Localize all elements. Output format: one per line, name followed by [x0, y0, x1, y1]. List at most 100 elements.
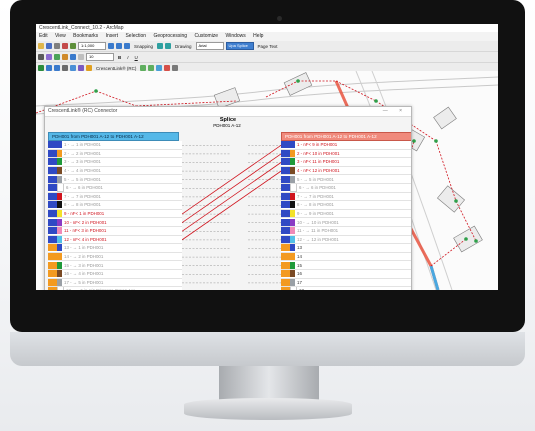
left-fiber-row[interactable]: 3 - → 3 in PDH001: [48, 158, 182, 167]
left-fiber-row[interactable]: 4 - → 4 in PDH001: [48, 166, 182, 176]
right-cable-header[interactable]: PDH001 from PDH001 A-12 to PDH001 A-12: [281, 132, 411, 141]
building: [453, 225, 483, 253]
node-marker[interactable]: [454, 199, 458, 203]
node-marker[interactable]: [464, 237, 468, 241]
tube-color-swatch: [281, 149, 290, 157]
print-icon[interactable]: [54, 43, 60, 49]
save-icon[interactable]: [46, 43, 52, 49]
scale-field[interactable]: 1:1,000: [78, 42, 106, 50]
right-fiber-row[interactable]: 17: [281, 278, 411, 288]
left-fiber-row[interactable]: 12 - nF< 4 in PDH001: [48, 235, 182, 245]
left-fiber-row[interactable]: 9 - nF< 1 in PDH001: [48, 209, 182, 219]
tube-color-swatch: [48, 278, 57, 286]
font-size-field[interactable]: 10: [86, 53, 114, 61]
page-text-label[interactable]: Page Text: [258, 44, 278, 49]
left-fiber-row[interactable]: 17 - → 5 in PDH001: [48, 278, 182, 288]
right-fiber-row[interactable]: 12 - → 12 in PDH001: [281, 235, 411, 245]
right-fiber-row[interactable]: 13: [281, 244, 411, 253]
node-marker[interactable]: [296, 79, 300, 83]
right-fiber-row[interactable]: 11 - → 11 in PDH001: [281, 226, 411, 236]
italic-button[interactable]: I: [127, 55, 128, 60]
sketch-icon[interactable]: [46, 54, 52, 60]
left-fiber-row[interactable]: 6 - → 6 in PDH001: [48, 183, 182, 193]
underline-button[interactable]: U: [135, 55, 138, 60]
drawing-label[interactable]: Drawing: [175, 44, 192, 49]
right-fiber-row[interactable]: 1 - nF< 9 in PDH001: [281, 141, 411, 150]
menu-selection[interactable]: Selection: [125, 33, 146, 39]
menu-bookmarks[interactable]: Bookmarks: [73, 33, 98, 39]
left-fiber-row[interactable]: 10 - nF< 2 in PDH001: [48, 218, 182, 227]
right-fiber-row[interactable]: 15: [281, 261, 411, 270]
right-fiber-row[interactable]: 4 - nF< 12 in PDH001: [281, 166, 411, 176]
toolbox-icon[interactable]: [124, 43, 130, 49]
snap-end-icon[interactable]: [165, 43, 172, 49]
right-fiber-row[interactable]: 6 - → 6 in PDH001: [281, 183, 411, 193]
node-marker[interactable]: [374, 99, 378, 103]
window-controls[interactable]: — ×: [383, 107, 407, 116]
node-marker[interactable]: [94, 89, 98, 93]
left-fiber-row[interactable]: 7 - → 7 in PDH001: [48, 192, 182, 202]
catalog-icon[interactable]: [116, 43, 122, 49]
attributes-icon[interactable]: [54, 54, 60, 60]
menu-view[interactable]: View: [55, 33, 66, 39]
fiber-label: 11 - nF< 3 in PDH001: [64, 228, 107, 234]
snap-point-icon[interactable]: [157, 43, 164, 49]
highlight-field[interactable]: Upa Splice: [225, 42, 254, 50]
fiber-color-swatch: [290, 201, 295, 209]
left-fiber-row[interactable]: 13 - → 1 in PDH001: [48, 244, 182, 253]
menu-help[interactable]: Help: [253, 33, 263, 39]
right-fiber-row[interactable]: 14: [281, 252, 411, 262]
dialog-titlebar[interactable]: CrescentLink® (RC) Connector — ×: [45, 107, 411, 117]
fiber-color-swatch: [57, 210, 62, 218]
right-fiber-row[interactable]: 8 - → 8 in PDH001: [281, 201, 411, 210]
fiber-color-swatch: [57, 167, 62, 175]
undo-icon[interactable]: [78, 54, 84, 60]
left-fiber-row[interactable]: 2 - → 2 in PDH001: [48, 149, 182, 159]
bold-button[interactable]: B: [118, 55, 121, 60]
node-marker[interactable]: [434, 139, 438, 143]
edit-tool-icon[interactable]: [38, 54, 44, 60]
menu-windows[interactable]: Windows: [225, 33, 245, 39]
connection-area: [182, 141, 281, 290]
left-fiber-row[interactable]: 18 - → 6 in 1/4 Primrose Green Ave: [48, 287, 182, 290]
monitor-stand-neck: [219, 366, 319, 400]
left-fiber-row[interactable]: 8 - → 8 in PDH001: [48, 201, 182, 210]
fiber-color-swatch: [290, 175, 295, 183]
left-fiber-row[interactable]: 14 - → 2 in PDH001: [48, 252, 182, 262]
delete-icon[interactable]: [62, 43, 68, 49]
menu-insert[interactable]: Insert: [106, 33, 119, 39]
table-icon[interactable]: [108, 43, 114, 49]
right-fiber-row[interactable]: 5 - → 5 in PDH001: [281, 175, 411, 184]
left-fiber-row[interactable]: 11 - nF< 3 in PDH001: [48, 226, 182, 236]
node-marker[interactable]: [474, 239, 478, 243]
right-fiber-row[interactable]: 10 - → 10 in PDH001: [281, 218, 411, 227]
fiber-color-swatch: [57, 235, 62, 243]
layer-icon[interactable]: [70, 54, 76, 60]
node-marker[interactable]: [412, 139, 416, 143]
left-fiber-row[interactable]: 16 - → 4 in PDH001: [48, 269, 182, 279]
left-fiber-row[interactable]: 1 - → 1 in PDH001: [48, 141, 182, 150]
left-fiber-row[interactable]: 15 - → 3 in PDH001: [48, 261, 182, 270]
right-fiber-row[interactable]: 7 - → 7 in PDH001: [281, 192, 411, 202]
add-data-icon[interactable]: [70, 43, 76, 49]
tube-color-swatch: [48, 158, 57, 166]
right-fiber-row[interactable]: 3 - nF< 11 in PDH001: [281, 158, 411, 167]
right-fiber-row[interactable]: 9 - → 9 in PDH001: [281, 209, 411, 219]
split-icon[interactable]: [62, 54, 68, 60]
fiber-color-swatch: [290, 218, 295, 226]
menu-customize[interactable]: Customize: [194, 33, 218, 39]
menu-edit[interactable]: Edit: [39, 33, 48, 39]
tube-color-swatch: [48, 227, 57, 235]
left-cable-header[interactable]: PDH001 from PDH001 A-12 to PDH001 A-12: [48, 132, 179, 141]
editor-toolbar: 10 B I U: [36, 52, 498, 63]
snapping-label[interactable]: Snapping: [134, 44, 153, 49]
left-fiber-row[interactable]: 5 - → 5 in PDH001: [48, 175, 182, 184]
fiber-label: 15 - → 3 in PDH001: [64, 262, 104, 268]
right-fiber-row[interactable]: 18: [281, 287, 411, 290]
right-fiber-row[interactable]: 16: [281, 269, 411, 279]
font-field[interactable]: Arial: [195, 42, 224, 50]
menu-geoprocessing[interactable]: Geoprocessing: [153, 33, 187, 39]
right-fiber-row[interactable]: 2 - nF< 10 in PDH001: [281, 149, 411, 159]
open-icon[interactable]: [38, 43, 44, 49]
crescentlink-label[interactable]: CrescentLink® (RC): [96, 66, 136, 71]
